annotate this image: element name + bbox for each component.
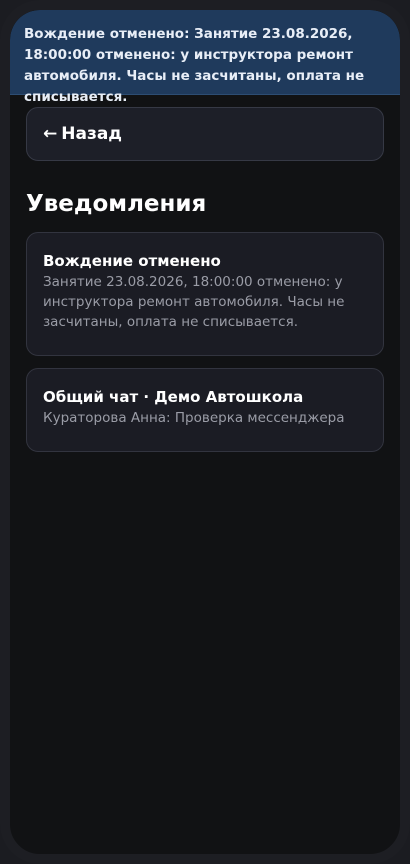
notification-toast[interactable]: Вождение отменено: Занятие 23.08.2026, 1… (10, 10, 400, 105)
arrow-left-icon: ← (43, 124, 58, 144)
page-title: Уведомления (26, 191, 207, 217)
back-button[interactable]: ← Назад (26, 107, 384, 161)
notification-card-driving-cancelled[interactable]: Вождение отменено Занятие 23.08.2026, 18… (26, 232, 384, 356)
notification-title: Общий чат · Демо Автошкола (43, 388, 304, 406)
toast-text: Вождение отменено: Занятие 23.08.2026, 1… (24, 26, 365, 105)
notification-card-group-chat[interactable]: Общий чат · Демо Автошкола Кураторова Ан… (26, 368, 384, 452)
back-button-label: Назад (61, 124, 123, 144)
phone-frame: Вождение отменено: Занятие 23.08.2026, 1… (0, 0, 410, 864)
notification-title: Вождение отменено (43, 252, 221, 270)
notification-text: Кураторова Анна: Проверка мессенджера (43, 410, 345, 426)
notification-text: Занятие 23.08.2026, 18:00:00 отменено: у… (43, 274, 345, 330)
